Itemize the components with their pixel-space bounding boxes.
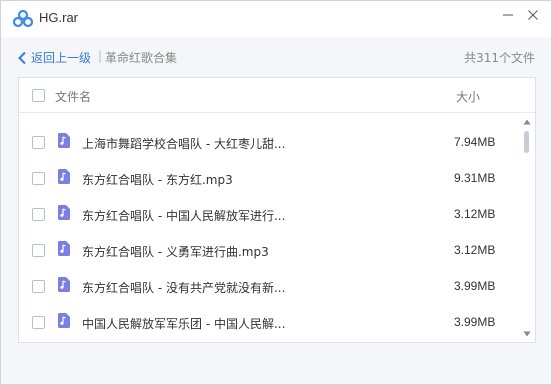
file-size: 3.99MB xyxy=(454,315,496,329)
row-checkbox[interactable] xyxy=(32,280,45,293)
chevron-left-icon xyxy=(18,51,26,64)
table-row[interactable]: 东方红合唱队 - 中国人民解放军进行... 3.12MB xyxy=(19,196,519,232)
music-file-icon xyxy=(58,277,70,292)
vertical-scrollbar[interactable] xyxy=(520,115,534,342)
file-size: 3.99MB xyxy=(454,279,496,293)
row-checkbox[interactable] xyxy=(32,172,45,185)
file-size: 7.94MB xyxy=(454,135,496,149)
music-file-icon xyxy=(58,133,70,148)
column-header-name[interactable]: 文件名 xyxy=(55,88,91,105)
scrollbar-thumb[interactable] xyxy=(524,131,529,153)
row-checkbox[interactable] xyxy=(32,316,45,329)
file-list-panel: 文件名 大小 上海市舞蹈学校合唱队 - 大红枣儿甜... 7.94MB 东方红合 xyxy=(18,77,536,343)
file-name: 中国人民解放军军乐团 - 中国人民解... xyxy=(82,317,286,331)
window-title: HG.rar xyxy=(39,10,78,25)
row-checkbox[interactable] xyxy=(32,136,45,149)
minimize-icon xyxy=(503,14,513,16)
file-name: 东方红合唱队 - 义勇军进行曲.mp3 xyxy=(82,245,269,259)
table-row[interactable]: 上海市舞蹈学校合唱队 - 大红枣儿甜... 7.94MB xyxy=(19,124,519,160)
select-all-checkbox[interactable] xyxy=(32,89,45,102)
scroll-up-arrow-icon[interactable] xyxy=(523,119,531,125)
back-button[interactable]: 返回上一级 xyxy=(17,49,91,66)
cloud-logo-icon xyxy=(13,10,33,28)
scroll-down-arrow-icon[interactable] xyxy=(523,331,531,337)
file-name: 东方红合唱队 - 中国人民解放军进行... xyxy=(82,209,286,223)
breadcrumb-separator: | xyxy=(98,49,103,63)
table-header: 文件名 大小 xyxy=(19,78,535,113)
row-checkbox[interactable] xyxy=(32,208,45,221)
title-bar: HG.rar xyxy=(1,1,551,37)
table-row[interactable]: 东方红合唱队 - 没有共产党就没有新... 3.99MB xyxy=(19,268,519,304)
table-row[interactable]: 中国人民解放军军乐团 - 中国人民解... 3.99MB xyxy=(19,304,519,340)
music-file-icon xyxy=(58,313,70,328)
app-window: HG.rar 返回上一级 | 革命红歌合集 共311个文件 文件名 大小 上海市… xyxy=(0,0,552,385)
back-label: 返回上一级 xyxy=(31,51,92,65)
navigation-bar: 返回上一级 | 革命红歌合集 共311个文件 xyxy=(1,37,551,77)
table-row[interactable]: 东方红合唱队 - 义勇军进行曲.mp3 3.12MB xyxy=(19,232,519,268)
music-file-icon xyxy=(58,205,70,220)
file-name: 东方红合唱队 - 东方红.mp3 xyxy=(82,173,233,187)
file-name: 上海市舞蹈学校合唱队 - 大红枣儿甜... xyxy=(82,137,286,151)
file-count: 共311个文件 xyxy=(464,51,535,65)
row-checkbox[interactable] xyxy=(32,244,45,257)
music-file-icon xyxy=(58,169,70,184)
close-icon xyxy=(528,10,538,20)
column-header-size[interactable]: 大小 xyxy=(456,88,480,105)
breadcrumb-current: 革命红歌合集 xyxy=(105,51,178,65)
table-row[interactable]: 东方红合唱队 - 东方红.mp3 9.31MB xyxy=(19,160,519,196)
file-size: 3.12MB xyxy=(454,207,496,221)
file-size: 3.12MB xyxy=(454,243,496,257)
file-name: 东方红合唱队 - 没有共产党就没有新... xyxy=(82,281,286,295)
file-size: 9.31MB xyxy=(454,171,496,185)
minimize-button[interactable] xyxy=(497,5,519,25)
music-file-icon xyxy=(58,241,70,256)
close-button[interactable] xyxy=(522,5,544,25)
